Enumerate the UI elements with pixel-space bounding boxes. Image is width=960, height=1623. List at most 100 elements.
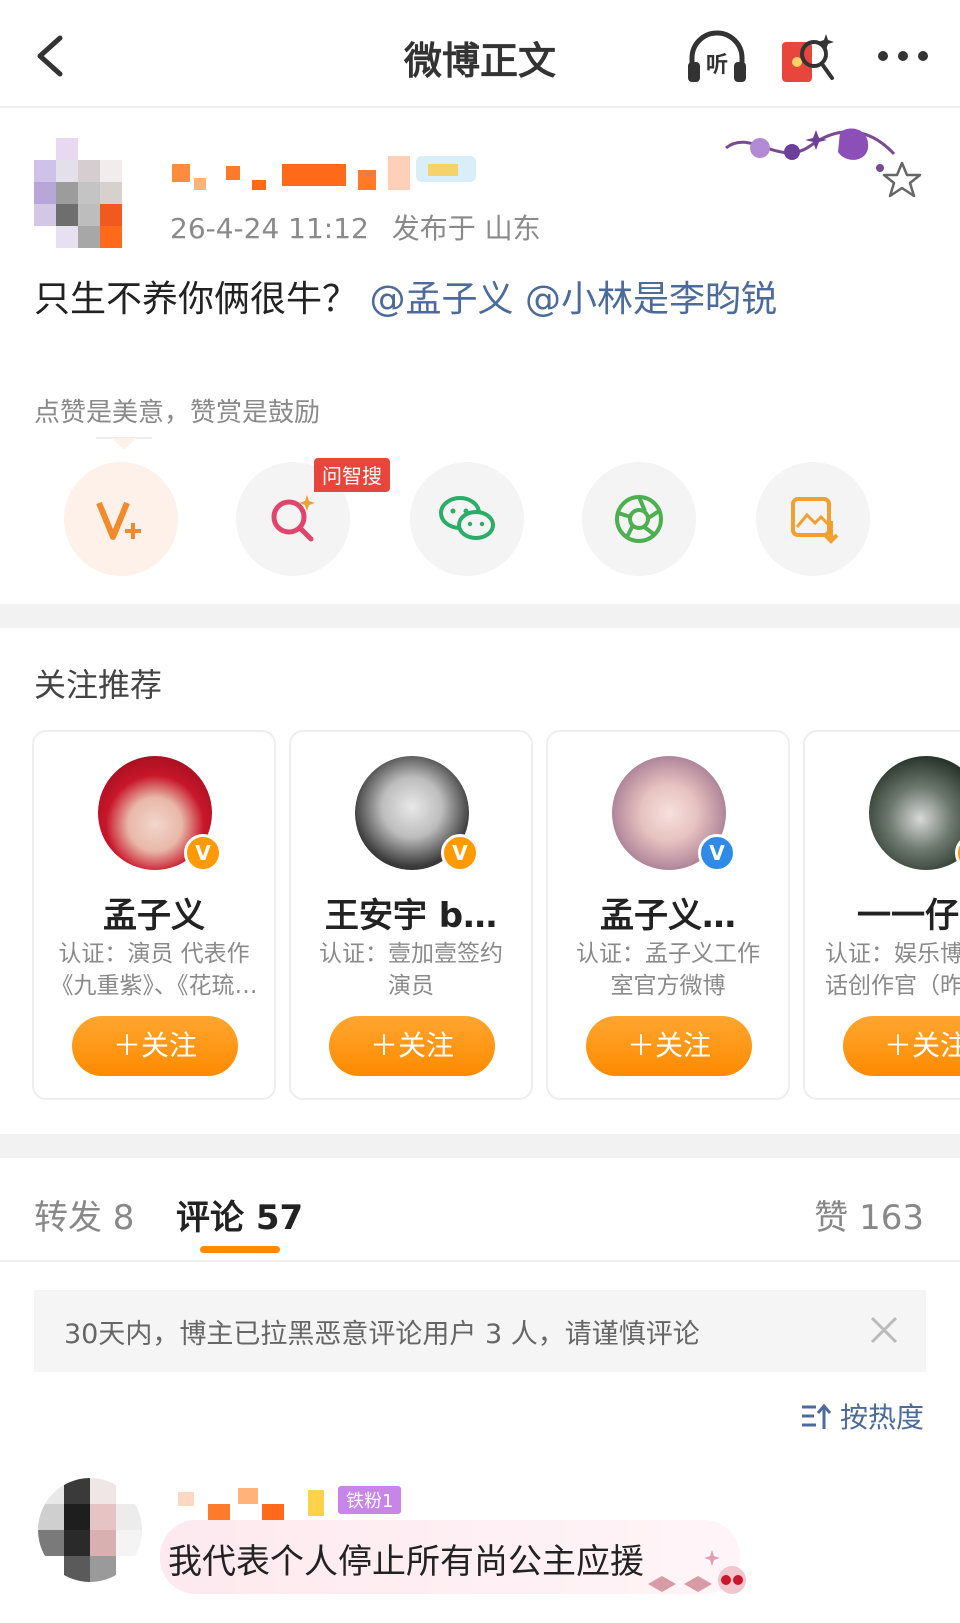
sort-label: 按热度: [839, 1401, 924, 1434]
v-plus-icon: [96, 501, 141, 540]
follow-button[interactable]: ＋关注: [329, 1016, 495, 1076]
avatar-pixel: [56, 138, 78, 160]
close-icon[interactable]: [866, 1312, 902, 1348]
recommend-name: 孟子义…: [600, 896, 736, 936]
verified-v-icon: V: [184, 834, 222, 872]
share-moments-button[interactable]: [582, 462, 696, 576]
avatar-pixel: [122, 226, 144, 248]
comment-text: 我代表个人停止所有尚公主应援: [168, 1542, 644, 1582]
recommend-card[interactable]: V 孟子义… 认证：孟子义工作 室官方微博 ＋关注: [546, 730, 790, 1100]
avatar-pixel: [78, 160, 100, 182]
avatar-pixel: [56, 204, 78, 226]
recommend-avatar[interactable]: [869, 756, 960, 870]
recommend-title: 关注推荐: [34, 666, 163, 704]
avatar-pixel: [64, 1504, 90, 1530]
post-timestamp: 26-4-24 11:12: [170, 212, 369, 245]
more-options-icon[interactable]: [870, 28, 936, 88]
avatar-pixel: [116, 1530, 142, 1556]
avatar-pixel: [122, 160, 144, 182]
pointer-arrow-icon: [96, 437, 152, 450]
avatar-pixel: [116, 1556, 142, 1582]
red-packet-search-icon[interactable]: [776, 28, 842, 88]
avatar-pixel: [56, 182, 78, 204]
svg-text:听: 听: [706, 53, 728, 78]
sort-icon: [801, 1403, 832, 1429]
recommend-desc: 认证：孟子义工作 室官方微博: [576, 941, 760, 999]
avatar-pixel: [34, 138, 56, 160]
ai-search-icon: [271, 495, 315, 542]
mention-link-2[interactable]: @小林是李昀锐: [525, 279, 777, 320]
favorite-star-icon[interactable]: [882, 160, 922, 200]
recommend-card[interactable]: V 孟子义 认证：演员 代表作 《九重紫》、《花琉… ＋关注: [32, 730, 276, 1100]
cherry-bow-icon: [648, 1550, 746, 1594]
avatar-pixel: [100, 182, 122, 204]
save-image-button[interactable]: [756, 462, 870, 576]
avatar-pixel: [100, 226, 122, 248]
recommend-card[interactable]: V 王安宇 b… 认证：壹加壹签约 演员 ＋关注: [289, 730, 533, 1100]
recommend-desc: 认证：壹加壹签约 演员: [319, 941, 503, 999]
mention-link-1[interactable]: @孟子义: [369, 279, 513, 320]
recommend-name: 一一仔: [857, 896, 959, 936]
listen-headphones-icon[interactable]: 听: [684, 28, 750, 88]
decorative-card-icon: [725, 128, 896, 172]
verified-v-icon: V: [698, 834, 736, 872]
notice-text: 30天内，博主已拉黑恶意评论用户 3 人，请谨慎评论: [64, 1319, 700, 1350]
avatar-pixel: [90, 1478, 116, 1504]
wechat-icon: [439, 496, 495, 540]
avatar-pixel: [122, 138, 144, 160]
reward-hint: 点赞是美意，赞赏是鼓励: [34, 398, 321, 428]
avatar-pixel: [34, 204, 56, 226]
ai-search-badge: 问智搜: [314, 458, 390, 492]
post-location: 发布于 山东: [391, 212, 541, 245]
save-image-icon: [791, 497, 839, 544]
avatar-pixel: [34, 226, 56, 248]
fan-level-badge: 铁粉1: [338, 1486, 402, 1514]
avatar-pixel: [122, 204, 144, 226]
share-wechat-button[interactable]: [410, 462, 524, 576]
tab-like[interactable]: 赞 163: [814, 1190, 924, 1239]
avatar-pixel: [78, 138, 100, 160]
avatar-pixel: [38, 1478, 64, 1504]
tab-comment[interactable]: 评论 57: [176, 1190, 303, 1239]
moments-icon: [615, 495, 663, 543]
reward-v-button[interactable]: [64, 462, 178, 576]
section-divider: [0, 1134, 960, 1158]
follow-button[interactable]: ＋关注: [72, 1016, 238, 1076]
avatar-pixel: [100, 204, 122, 226]
commenter-avatar[interactable]: [38, 1478, 142, 1582]
top-bar: 微博正文 听: [0, 0, 960, 108]
avatar-pixel: [78, 204, 100, 226]
active-tab-indicator: [200, 1246, 280, 1253]
avatar-pixel: [64, 1478, 90, 1504]
tab-repost[interactable]: 转发 8: [34, 1190, 134, 1239]
avatar-pixel: [56, 226, 78, 248]
recommend-desc: 认证：演员 代表作 《九重紫》、《花琉…: [50, 941, 258, 999]
author-name-pixelated[interactable]: [172, 152, 482, 196]
avatar-pixel: [116, 1478, 142, 1504]
follow-button[interactable]: ＋关注: [586, 1016, 752, 1076]
post-meta: 26-4-24 11:12 发布于 山东: [170, 207, 541, 247]
sort-toggle[interactable]: 按热度: [800, 1396, 924, 1436]
follow-button[interactable]: ＋关注: [843, 1016, 960, 1076]
section-divider: [0, 604, 960, 628]
avatar-pixel: [78, 182, 100, 204]
avatar-pixel: [90, 1504, 116, 1530]
avatar-pixel: [38, 1504, 64, 1530]
recommend-name: 王安宇 b…: [324, 896, 498, 936]
avatar-pixel: [56, 160, 78, 182]
recommend-card[interactable]: V 一一仔 认证：娱乐博 话创作官（昨 ＋关注: [803, 730, 960, 1100]
avatar-pixel: [100, 160, 122, 182]
author-avatar[interactable]: [34, 138, 144, 248]
block-notice: 30天内，博主已拉黑恶意评论用户 3 人，请谨慎评论: [34, 1290, 926, 1372]
avatar-pixel: [78, 226, 100, 248]
post-body: 只生不养你俩很牛？ @孟子义 @小林是李昀锐: [34, 270, 777, 322]
avatar-pixel: [90, 1556, 116, 1582]
tab-divider: [0, 1260, 960, 1262]
avatar-pixel: [122, 182, 144, 204]
avatar-pixel: [64, 1530, 90, 1556]
recommend-name: 孟子义: [103, 896, 205, 936]
avatar-pixel: [38, 1556, 64, 1582]
verified-v-icon: V: [441, 834, 479, 872]
avatar-pixel: [34, 160, 56, 182]
recommend-desc: 认证：娱乐博 话创作官（昨: [825, 941, 960, 999]
